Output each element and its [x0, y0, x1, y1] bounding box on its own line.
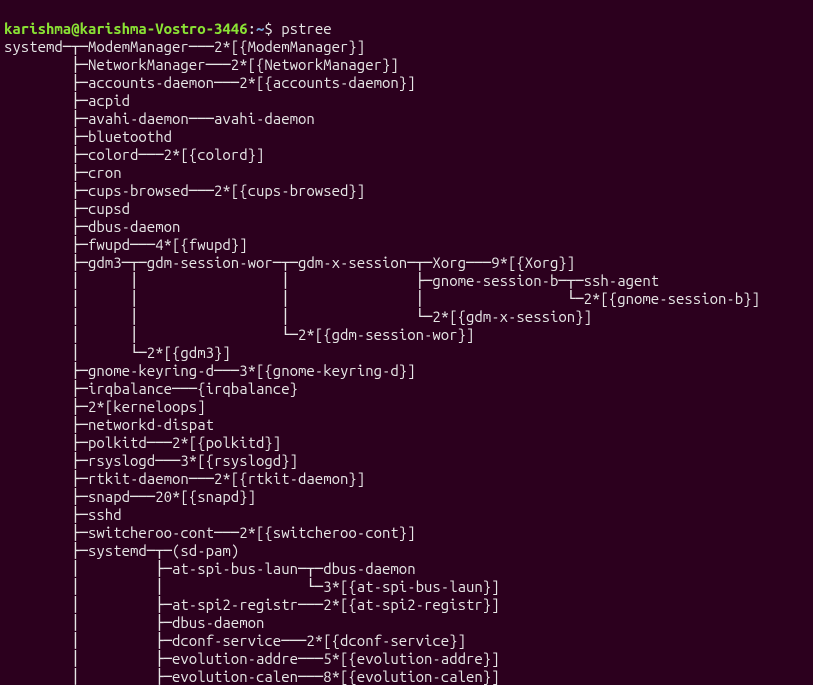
command-text: pstree [281, 20, 331, 37]
prompt-colon: : [248, 20, 256, 37]
prompt-dollar: $ [264, 20, 272, 37]
pstree-output: systemd─┬─ModemManager───2*[{ModemManage… [4, 38, 809, 685]
terminal-output[interactable]: karishma@karishma-Vostro-3446:~$ pstree … [0, 0, 813, 685]
prompt-user-host: karishma@karishma-Vostro-3446 [4, 20, 248, 37]
